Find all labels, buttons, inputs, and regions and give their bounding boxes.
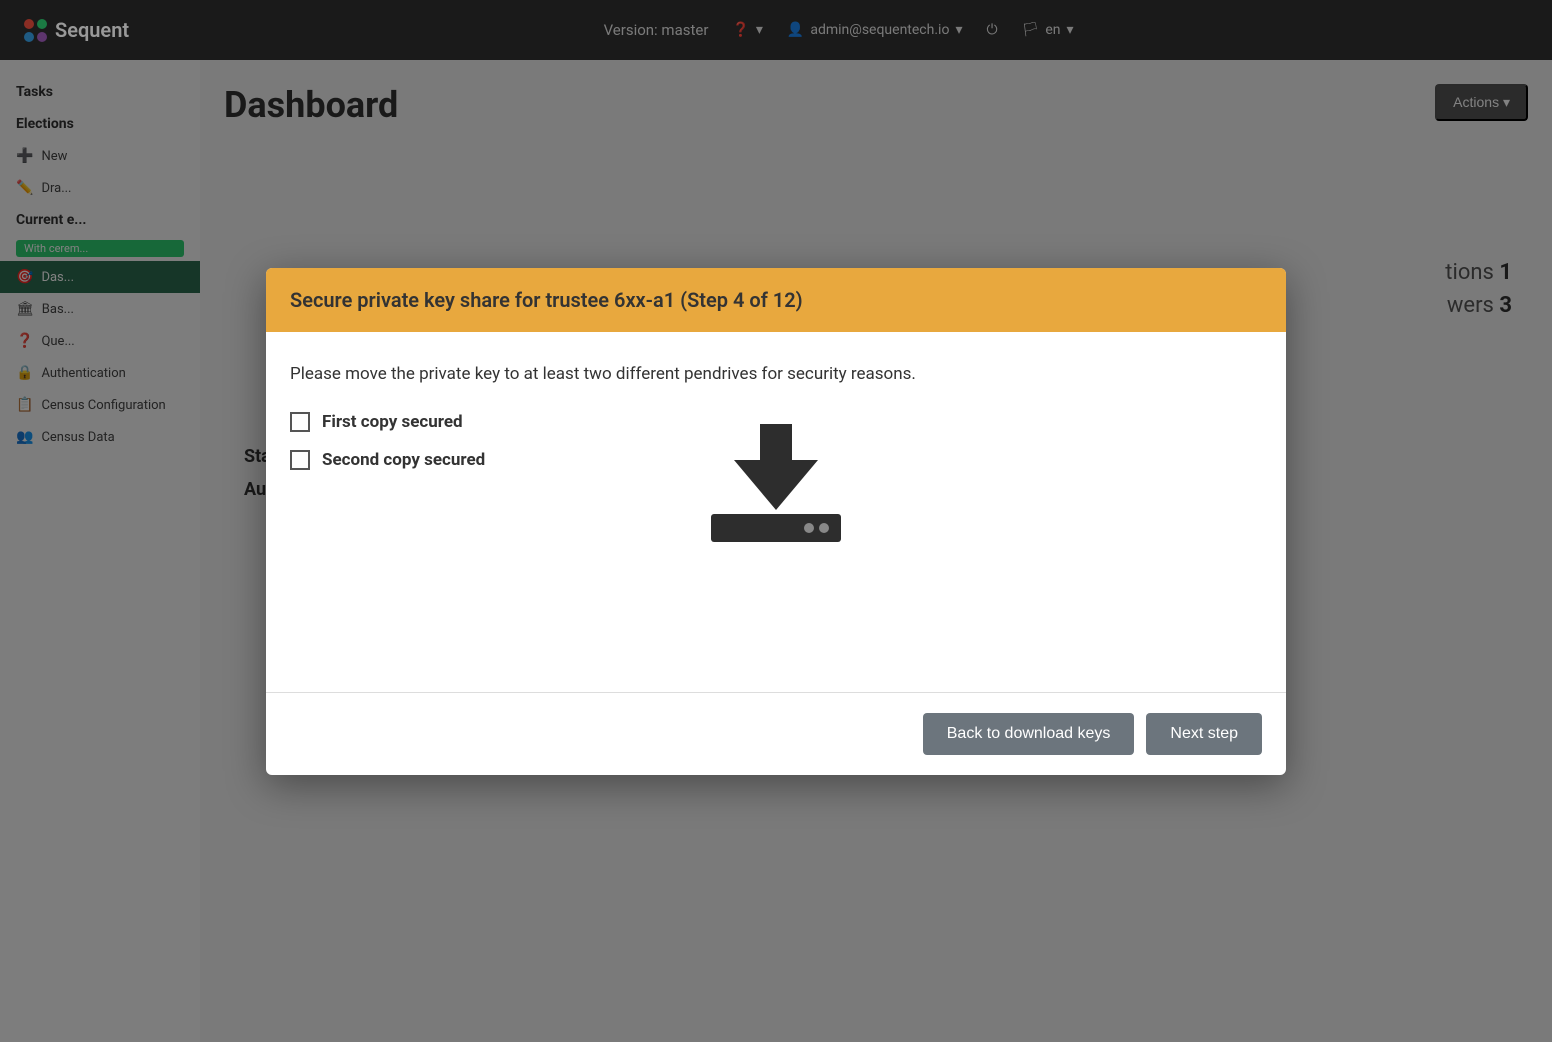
modal-body: Please move the private key to at least … [266, 332, 1286, 692]
second-copy-checkbox[interactable] [290, 450, 310, 470]
first-copy-label: First copy secured [322, 412, 463, 432]
download-tray [711, 514, 841, 542]
modal: Secure private key share for trustee 6xx… [266, 268, 1286, 775]
tray-dot-2 [819, 523, 829, 533]
next-step-button[interactable]: Next step [1146, 713, 1262, 755]
modal-header: Secure private key share for trustee 6xx… [266, 268, 1286, 332]
modal-title: Secure private key share for trustee 6xx… [290, 288, 803, 312]
modal-instruction: Please move the private key to at least … [290, 364, 1262, 384]
first-copy-checkbox[interactable] [290, 412, 310, 432]
modal-overlay: Secure private key share for trustee 6xx… [0, 0, 1552, 1042]
download-icon-wrapper [290, 510, 1262, 542]
download-icon [711, 510, 841, 542]
download-stem [760, 424, 792, 460]
modal-footer: Back to download keys Next step [266, 692, 1286, 775]
download-arrowhead [734, 460, 818, 510]
tray-dot-1 [804, 523, 814, 533]
back-to-download-keys-button[interactable]: Back to download keys [923, 713, 1135, 755]
second-copy-label: Second copy secured [322, 450, 485, 470]
